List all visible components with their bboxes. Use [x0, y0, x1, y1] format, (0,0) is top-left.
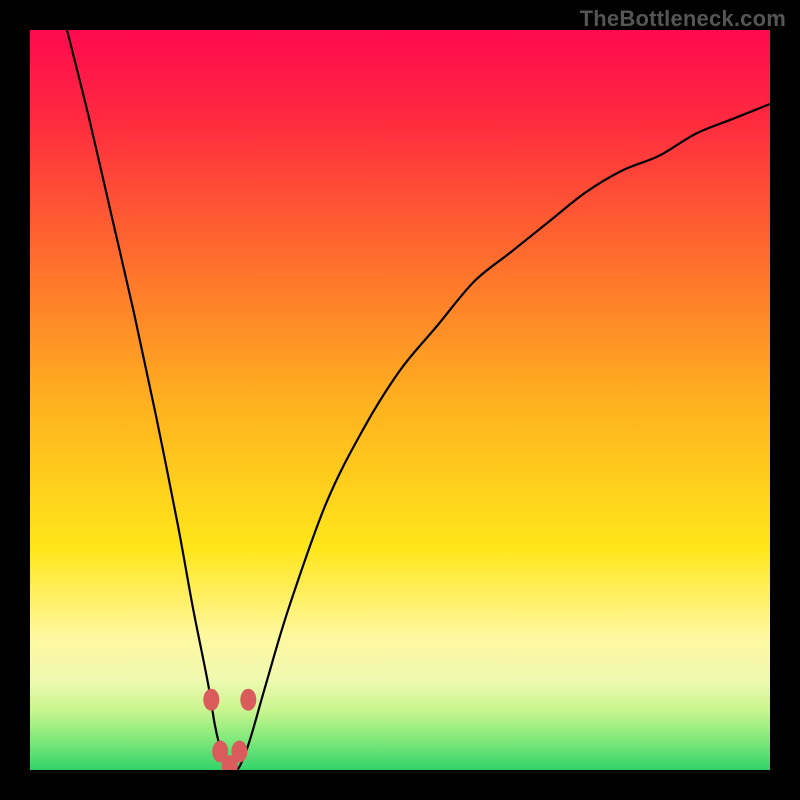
chart-frame: TheBottleneck.com: [0, 0, 800, 800]
curve-marker: [240, 689, 256, 711]
watermark-text: TheBottleneck.com: [580, 6, 786, 32]
bottleneck-chart: [30, 30, 770, 770]
curve-marker: [203, 689, 219, 711]
chart-background: [30, 30, 770, 770]
curve-marker: [231, 741, 247, 763]
